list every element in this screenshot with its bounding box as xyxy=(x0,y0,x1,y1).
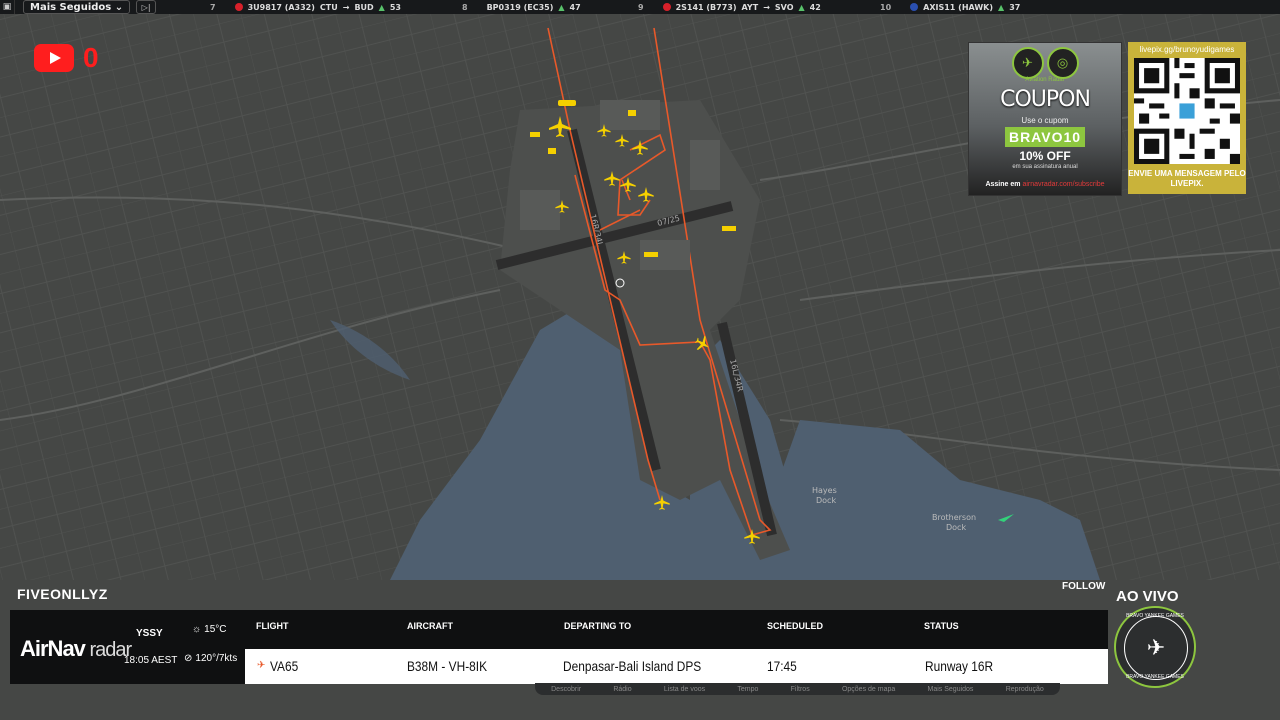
toolbar-discover[interactable]: Descobrir xyxy=(551,686,581,693)
ticker-origin: CTU xyxy=(319,2,338,12)
wind-compass-icon: ⊘ xyxy=(184,653,193,664)
brand-bold: AirNav xyxy=(20,636,86,661)
toolbar-flight-list[interactable]: Lista de voos xyxy=(664,686,705,693)
ticker-rank: 7 xyxy=(210,2,216,12)
ticker-count: 47 xyxy=(569,2,581,12)
livepix-qr-card: livepix.gg/brunoyudigames ENVIE UMA MENS… xyxy=(1128,42,1246,194)
header-status: STATUS xyxy=(924,621,959,631)
airline-logo-icon: ✈ xyxy=(257,660,266,671)
app-menu-icon[interactable]: ▣ xyxy=(0,0,15,14)
toolbar-playback[interactable]: Reprodução xyxy=(1006,686,1044,693)
trend-up-icon: ▲ xyxy=(998,2,1005,12)
most-followed-dropdown[interactable]: Mais Seguidos ⌄ xyxy=(23,0,131,14)
most-followed-label: Mais Seguidos xyxy=(30,1,112,13)
airport-code: YSSY xyxy=(136,628,163,639)
radar-logo-icon: ◎ xyxy=(1046,47,1079,79)
toolbar-weather[interactable]: Tempo xyxy=(737,686,758,693)
scheduled-time: 17:45 xyxy=(767,658,797,674)
youtube-counter: 0 xyxy=(83,42,99,73)
arrow-right-icon: → xyxy=(342,2,350,12)
toolbar-map-options[interactable]: Opções de mapa xyxy=(842,686,895,693)
trend-up-icon: ▲ xyxy=(798,2,805,12)
coupon-footer: Assine em airnavradar.com/subscribe xyxy=(969,181,1121,188)
coupon-footer-link: airnavradar.com/subscribe xyxy=(1022,181,1105,188)
livepix-url: livepix.gg/brunoyudigames xyxy=(1139,45,1235,54)
toolbar-most-followed[interactable]: Mais Seguidos xyxy=(928,686,974,693)
skip-icon[interactable]: ▷| xyxy=(136,0,157,14)
arrow-right-icon: → xyxy=(763,2,770,12)
header-flight: FLIGHT xyxy=(256,621,289,631)
badge-text-bottom: BRAVO YANKEE GAMES xyxy=(1126,674,1184,680)
channel-badge: BRAVO YANKEE GAMES ✈ BRAVO YANKEE GAMES xyxy=(1114,606,1196,688)
ticker-rank: 10 xyxy=(880,2,892,12)
top-bar: ▣ Mais Seguidos ⌄ ▷| 7 3U9817 (A332) CTU… xyxy=(0,0,1280,14)
youtube-icon xyxy=(34,44,74,72)
ticker-destination: SVO xyxy=(774,2,794,12)
coupon-subtitle: Use o cupom xyxy=(1021,116,1069,125)
ticker-item[interactable]: 8 BP0319 (EC35) ▲ 47 xyxy=(462,0,581,14)
trend-up-icon: ▲ xyxy=(378,2,385,12)
map-toolbar: Descobrir Rádio Lista de voos Tempo Filt… xyxy=(535,683,1060,695)
flight-row[interactable]: ✈ VA65 B38M - VH-8IK Denpasar-Bali Islan… xyxy=(245,649,1108,684)
trend-up-icon: ▲ xyxy=(558,2,565,12)
chevron-down-icon: ⌄ xyxy=(111,1,124,13)
qr-code-icon xyxy=(1134,58,1240,164)
header-departing: DEPARTING TO xyxy=(564,621,632,631)
flight-info-panel: AirNav radar YSSY 18:05 AEST ☼ 15°C ⊘ 120°… xyxy=(10,610,1108,684)
ticker-item[interactable]: 9 2S141 (B773) AYT → SVO ▲ 42 xyxy=(638,0,821,14)
coupon-footer-prefix: Assine em xyxy=(985,181,1023,188)
ticker-rank: 9 xyxy=(638,2,644,12)
airline-flag-icon xyxy=(910,3,919,11)
ticker-origin: AYT xyxy=(741,2,759,12)
map-label-hayes-dock: Hayes Dock xyxy=(812,486,837,505)
sun-icon: ☼ xyxy=(192,624,202,635)
coupon-code: BRAVO10 xyxy=(1005,127,1085,147)
ticker-flight: 2S141 (B773) xyxy=(675,2,737,12)
toolbar-radio[interactable]: Rádio xyxy=(613,686,631,693)
airnav-radar-logo: AirNav radar xyxy=(20,636,132,662)
aircraft-type: B38M - VH-8IK xyxy=(407,658,488,674)
toolbar-filters[interactable]: Filtros xyxy=(791,686,810,693)
coupon-discount: 10% OFF xyxy=(1019,149,1071,163)
ticker-destination: BUD xyxy=(354,2,374,12)
airline-flag-icon xyxy=(234,3,243,11)
temperature: ☼ 15°C xyxy=(192,624,227,635)
ticker-item[interactable]: 10 AXIS11 (HAWK) ▲ 37 xyxy=(880,0,1020,14)
flight-status: Runway 16R xyxy=(925,658,994,674)
coupon-title: COUPON xyxy=(1000,87,1091,112)
temperature-value: 15°C xyxy=(204,624,227,635)
ticker-flight: AXIS11 (HAWK) xyxy=(923,2,994,12)
airplane-emblem-icon: ✈ xyxy=(1124,616,1188,680)
live-label: AO VIVO xyxy=(1116,588,1179,605)
airline-flag-icon xyxy=(662,3,671,11)
coupon-brand: Aviation Radar xyxy=(1025,77,1065,83)
ticker-count: 37 xyxy=(1009,2,1021,12)
header-aircraft: AIRCRAFT xyxy=(407,621,453,631)
follow-button[interactable]: FOLLOW xyxy=(1062,581,1105,592)
ticker-rank: 8 xyxy=(462,2,468,12)
coupon-card: ✈ ◎ Aviation Radar COUPON Use o cupom BR… xyxy=(968,42,1122,196)
wind-value: 120°/7kts xyxy=(195,653,238,664)
livepix-message: ENVIE UMA MENSAGEM PELO LIVEPIX. xyxy=(1128,169,1246,188)
airplane-logo-icon: ✈ xyxy=(1011,47,1044,79)
airport-local-time: 18:05 AEST xyxy=(124,655,178,666)
ticker-flight: BP0319 (EC35) xyxy=(486,2,554,12)
ticker-count: 42 xyxy=(809,2,821,12)
ticker-count: 53 xyxy=(389,2,401,12)
wind: ⊘ 120°/7kts xyxy=(184,653,237,664)
ticker-flight: 3U9817 (A332) xyxy=(247,2,315,12)
destination: Denpasar-Bali Island DPS xyxy=(563,658,702,674)
coupon-fine-print: em sua assinatura anual xyxy=(1012,164,1078,170)
header-scheduled: SCHEDULED xyxy=(767,621,824,631)
selected-callsign: FIVEONLLYZ xyxy=(17,586,108,602)
flight-number: VA65 xyxy=(270,658,299,674)
ticker-item[interactable]: 7 3U9817 (A332) CTU → BUD ▲ 53 xyxy=(210,0,401,14)
